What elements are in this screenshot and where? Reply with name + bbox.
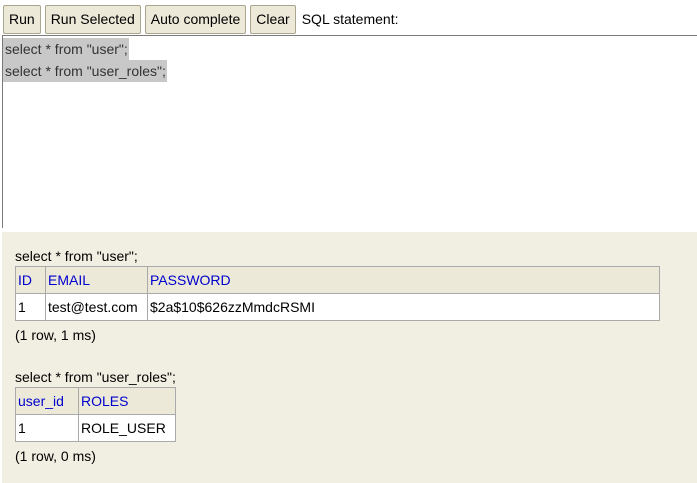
column-header-user-id[interactable]: user_id [15, 387, 79, 415]
run-selected-button[interactable]: Run Selected [44, 4, 141, 34]
table-row: 1 test@test.com $2a$10$626zzMmdcRSMI [15, 293, 660, 321]
editor-line[interactable]: select * from "user"; [3, 38, 129, 60]
table-row: 1 ROLE_USER [15, 414, 176, 442]
results-panel: select * from "user"; ID EMAIL PASSWORD … [2, 232, 697, 483]
table-cell: test@test.com [45, 293, 148, 321]
sql-editor[interactable]: select * from "user"; select * from "use… [2, 35, 697, 228]
clear-button[interactable]: Clear [250, 4, 296, 34]
toolbar: Run Run Selected Auto complete Clear SQL… [3, 4, 398, 34]
result-query-text: select * from "user_roles"; [15, 369, 176, 385]
table-header-row: user_id ROLES [15, 387, 176, 415]
result-row-count: (1 row, 0 ms) [15, 448, 96, 464]
result-row-count: (1 row, 1 ms) [15, 327, 96, 343]
table-header-row: ID EMAIL PASSWORD [15, 266, 660, 294]
result-table: ID EMAIL PASSWORD 1 test@test.com $2a$10… [15, 266, 660, 321]
column-header-id[interactable]: ID [15, 266, 46, 294]
table-cell: 1 [15, 293, 46, 321]
result-table: user_id ROLES 1 ROLE_USER [15, 387, 176, 442]
auto-complete-button[interactable]: Auto complete [144, 4, 247, 34]
editor-line[interactable]: select * from "user_roles"; [3, 60, 167, 82]
result-query-text: select * from "user"; [15, 248, 138, 264]
table-cell: $2a$10$626zzMmdcRSMI [147, 293, 660, 321]
column-header-password[interactable]: PASSWORD [147, 266, 660, 294]
run-button[interactable]: Run [3, 4, 41, 34]
column-header-roles[interactable]: ROLES [78, 387, 176, 415]
table-cell: 1 [15, 414, 79, 442]
column-header-email[interactable]: EMAIL [45, 266, 148, 294]
table-cell: ROLE_USER [78, 414, 176, 442]
sql-statement-label: SQL statement: [301, 11, 399, 27]
